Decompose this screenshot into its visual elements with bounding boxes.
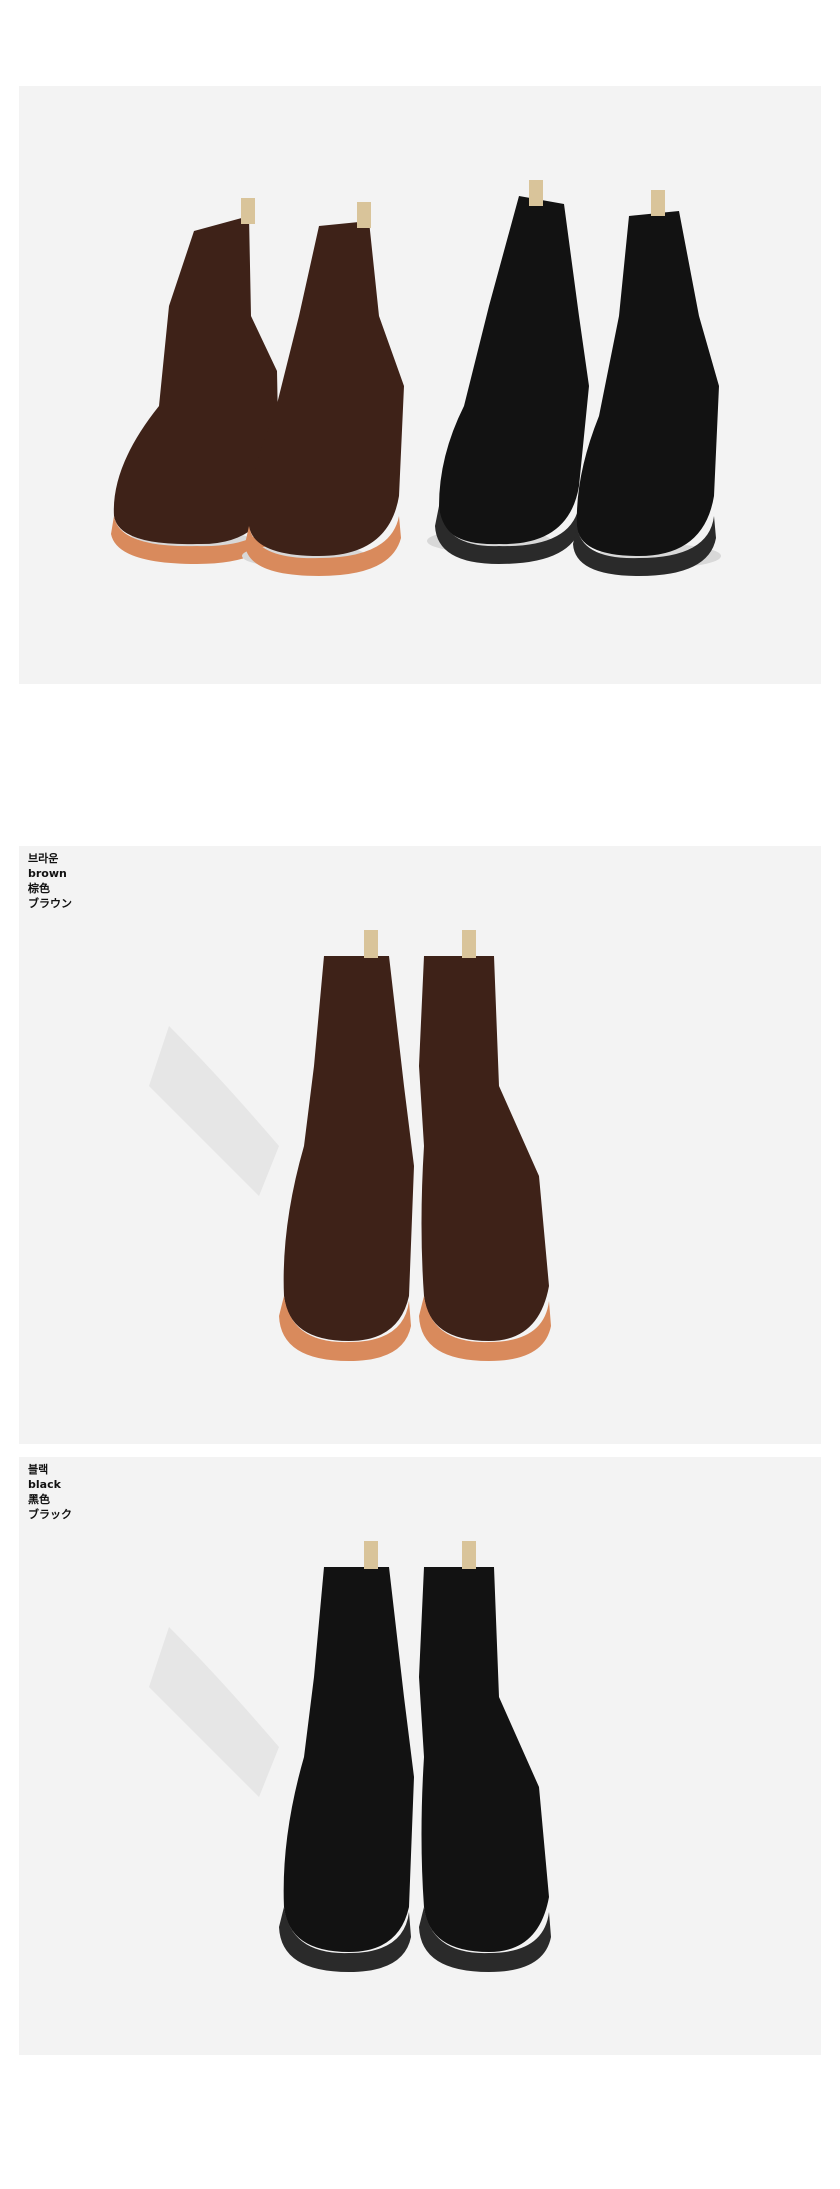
- caption-en: black: [28, 1478, 61, 1491]
- brown-boots-illustration: [149, 930, 551, 1361]
- black-boot-left: [149, 1541, 414, 1972]
- caption-brown: 브라운 brown 棕色 ブラウン: [28, 851, 72, 911]
- product-photo-brown: [19, 846, 821, 1444]
- caption-black: 블랙 black 黑色 ブラック: [28, 1462, 72, 1522]
- caption-en: brown: [28, 867, 67, 880]
- caption-ja: ブラウン: [28, 897, 72, 910]
- black-boot-left: [427, 180, 589, 564]
- black-boots-illustration: [149, 1541, 551, 1972]
- caption-zh: 黑色: [28, 1493, 50, 1506]
- brown-boot-right: [419, 930, 551, 1361]
- black-boot-right: [419, 1541, 551, 1972]
- caption-ko: 블랙: [28, 1463, 49, 1476]
- caption-zh: 棕色: [28, 882, 50, 895]
- boot-pairs-illustration: [111, 180, 721, 576]
- caption-ko: 브라운: [28, 852, 59, 865]
- black-boot-right: [573, 190, 721, 576]
- product-photo-black: [19, 1457, 821, 2055]
- brown-boot-left: [149, 930, 414, 1361]
- product-photo-all-colors: [19, 86, 821, 684]
- caption-ja: ブラック: [28, 1508, 72, 1521]
